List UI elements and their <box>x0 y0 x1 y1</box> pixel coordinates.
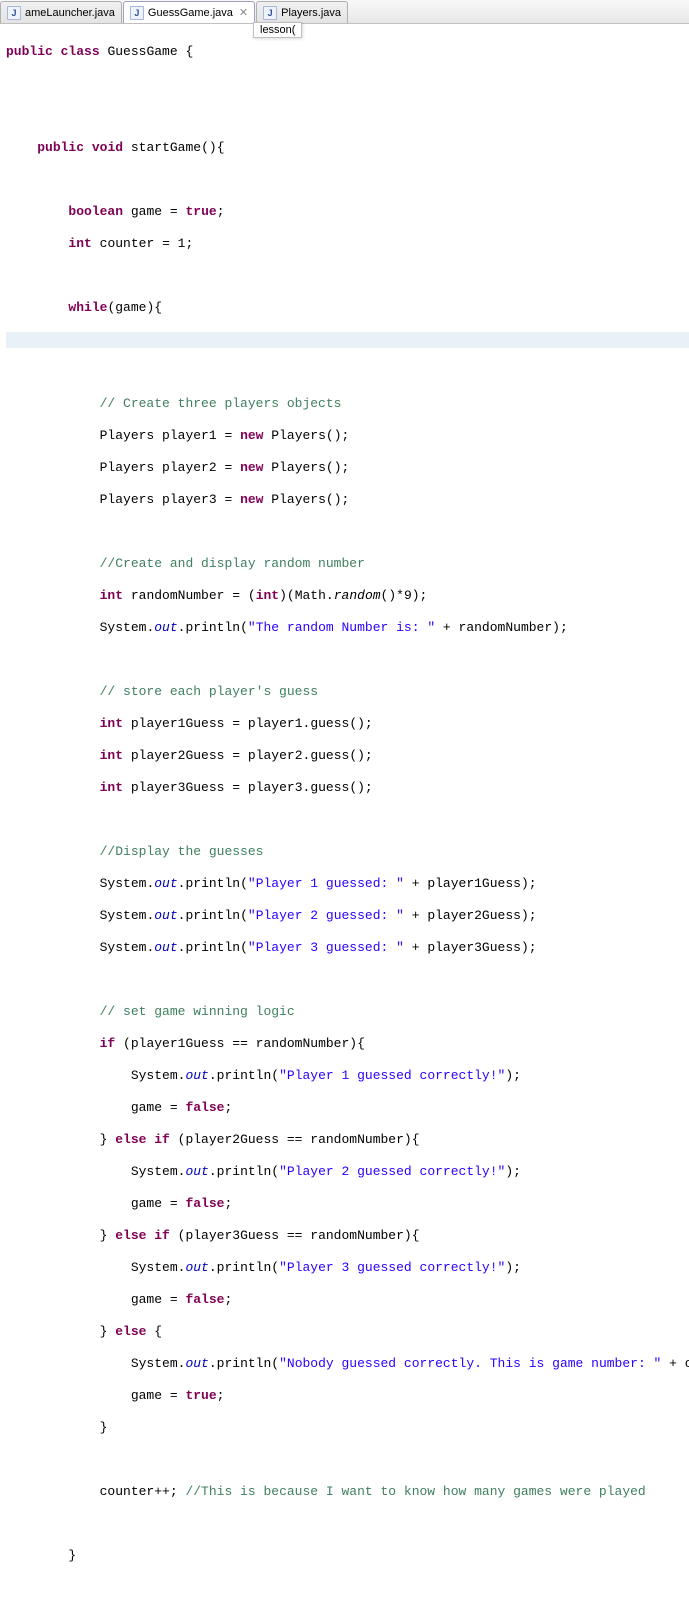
tooltip: lesson( <box>253 22 302 38</box>
java-file-icon: J <box>263 6 277 20</box>
tab-game-launcher[interactable]: J ameLauncher.java <box>0 1 122 23</box>
tab-label: ameLauncher.java <box>25 7 115 19</box>
editor-tab-bar: J ameLauncher.java J GuessGame.java ✕ J … <box>0 0 689 24</box>
tab-players[interactable]: J Players.java <box>256 1 348 23</box>
tab-label: Players.java <box>281 7 341 19</box>
tab-label: GuessGame.java <box>148 7 233 19</box>
tab-guess-game[interactable]: J GuessGame.java ✕ <box>123 1 255 23</box>
code-editor[interactable]: public class GuessGame { public void sta… <box>0 24 689 1598</box>
current-line-highlight <box>6 332 689 348</box>
close-icon[interactable]: ✕ <box>239 6 248 19</box>
java-file-icon: J <box>7 6 21 20</box>
java-file-icon: J <box>130 6 144 20</box>
